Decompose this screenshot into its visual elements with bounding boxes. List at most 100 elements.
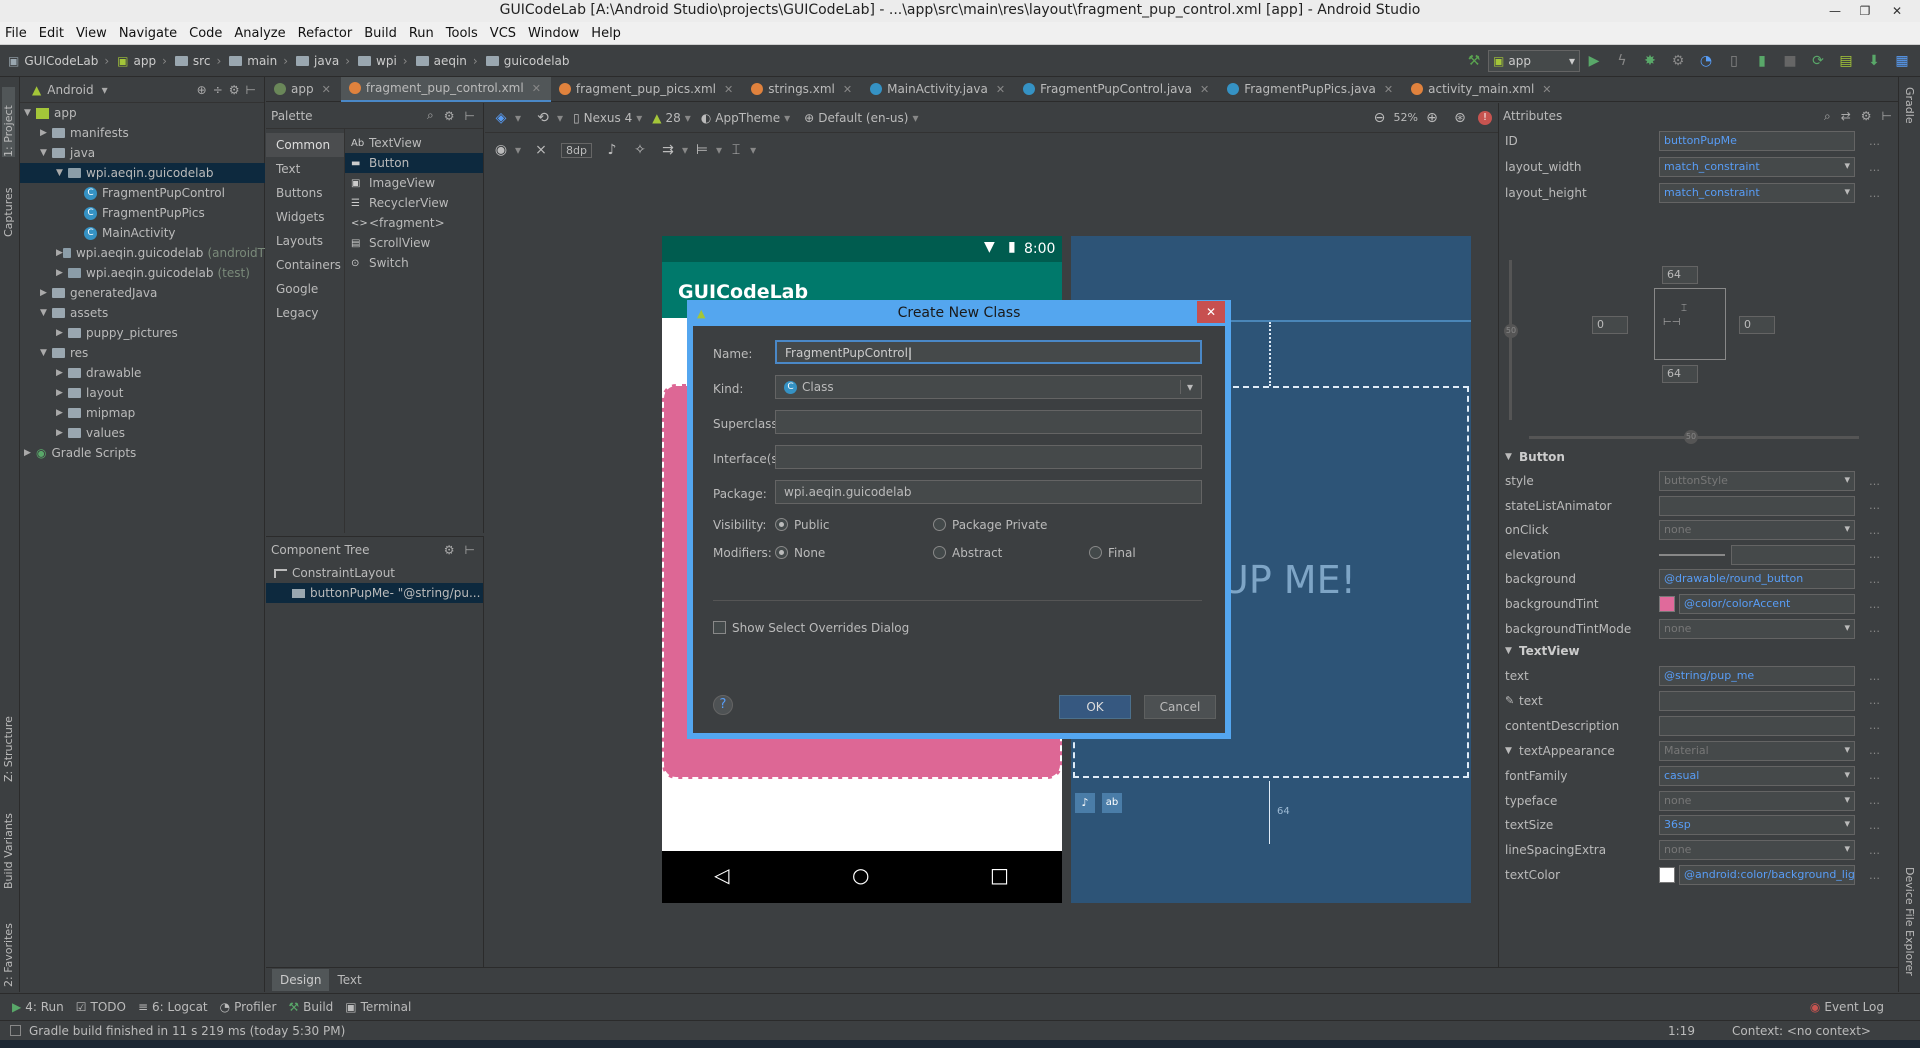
gradle-tool-tab[interactable]: Gradle bbox=[1903, 87, 1916, 147]
eye-icon[interactable]: ◉ bbox=[491, 140, 511, 160]
textview-section-header[interactable]: ▼ TextView bbox=[1501, 639, 1897, 663]
chevron-down-icon[interactable]: ▼ bbox=[24, 108, 36, 118]
more-options-icon[interactable]: … bbox=[1869, 769, 1880, 782]
show-overrides-checkbox[interactable]: Show Select Overrides Dialog bbox=[713, 619, 909, 635]
locale-select[interactable]: ⊕ Default (en-us) ▾ bbox=[804, 111, 918, 125]
chevron-down-icon[interactable]: ▼ bbox=[40, 308, 52, 318]
vertical-bias-slider[interactable] bbox=[1509, 260, 1512, 420]
profile-icon[interactable]: ◔ bbox=[1696, 51, 1716, 71]
cancel-button[interactable]: Cancel bbox=[1144, 695, 1216, 719]
baseline-icon[interactable]: ⌶ bbox=[726, 140, 746, 160]
chevron-down-icon[interactable]: ▾ bbox=[515, 143, 521, 157]
search-icon[interactable]: ⌕ bbox=[427, 108, 434, 123]
tool-window-profiler[interactable]: ◔ Profiler bbox=[220, 1000, 277, 1014]
zoom-in-icon[interactable]: ⊕ bbox=[1422, 108, 1442, 128]
project-tree-item[interactable]: ▼ java bbox=[20, 143, 265, 163]
infer-constraints-icon[interactable]: ✧ bbox=[630, 140, 650, 160]
breadcrumb-item[interactable]: aeqin bbox=[415, 54, 467, 68]
chevron-right-icon[interactable]: ▶ bbox=[56, 328, 68, 338]
menu-run[interactable]: Run bbox=[409, 26, 434, 41]
more-options-icon[interactable]: … bbox=[1869, 844, 1880, 857]
right-margin-select[interactable]: 0 bbox=[1739, 316, 1775, 334]
tab-strings-xml[interactable]: strings.xml ✕ bbox=[743, 77, 862, 102]
menu-build[interactable]: Build bbox=[364, 26, 397, 41]
chevron-right-icon[interactable]: ▶ bbox=[24, 448, 36, 458]
height-spring-icon[interactable]: ⌶ bbox=[1681, 303, 1687, 314]
ok-button[interactable]: OK bbox=[1059, 695, 1131, 719]
palette-category-text[interactable]: Text bbox=[266, 157, 344, 181]
attribute-value[interactable]: @android:color/background_lig bbox=[1679, 865, 1855, 886]
breadcrumb-item[interactable]: java bbox=[296, 54, 339, 68]
structure-icon[interactable]: ▦ bbox=[1892, 51, 1912, 71]
attribute-value[interactable]: 36sp bbox=[1659, 815, 1855, 836]
chevron-down-icon[interactable]: ▾ bbox=[716, 143, 722, 157]
palette-item[interactable]: <> <fragment> bbox=[345, 213, 483, 233]
chevron-right-icon[interactable]: ▶ bbox=[56, 248, 63, 258]
top-margin-select[interactable]: 64 bbox=[1662, 266, 1698, 284]
modifier-final-radio[interactable]: Final bbox=[1089, 544, 1136, 560]
breadcrumb-item[interactable]: ▣ app bbox=[117, 54, 156, 68]
attribute-value[interactable]: buttonPupMe bbox=[1659, 131, 1855, 151]
project-tree-item[interactable]: ▶ values bbox=[20, 423, 265, 443]
close-icon[interactable]: ✕ bbox=[1542, 83, 1551, 96]
gear-icon[interactable]: ⚙ bbox=[444, 109, 455, 123]
palette-category-layouts[interactable]: Layouts bbox=[266, 229, 344, 253]
menu-file[interactable]: File bbox=[5, 26, 27, 41]
tool-window-build[interactable]: ⚒ Build bbox=[288, 1000, 333, 1014]
run-config-select[interactable]: ▣ app ▾ bbox=[1488, 50, 1580, 72]
attribute-value[interactable]: none bbox=[1659, 790, 1855, 811]
stop-icon[interactable]: ▮ bbox=[1752, 51, 1772, 71]
tab-text[interactable]: Text bbox=[329, 969, 369, 991]
tool-window-6-logcat[interactable]: ≡ 6: Logcat bbox=[138, 1000, 208, 1014]
palette-category-common[interactable]: Common bbox=[266, 133, 344, 157]
name-input[interactable]: FragmentPupControl| bbox=[775, 340, 1202, 364]
attribute-value[interactable]: match_constraint bbox=[1659, 183, 1855, 203]
breadcrumb-item[interactable]: ▣ GUICodeLab bbox=[8, 54, 98, 68]
menu-view[interactable]: View bbox=[76, 26, 107, 41]
more-options-icon[interactable]: … bbox=[1869, 869, 1880, 882]
attribute-value[interactable]: none bbox=[1659, 520, 1855, 541]
interfaces-input[interactable] bbox=[775, 445, 1202, 469]
attribute-value[interactable]: buttonStyle bbox=[1659, 471, 1855, 491]
menu-window[interactable]: Window bbox=[528, 26, 579, 41]
chevron-right-icon[interactable]: ▶ bbox=[40, 288, 52, 298]
palette-category-google[interactable]: Google bbox=[266, 277, 344, 301]
hide-panel-icon[interactable]: ⊢ bbox=[1882, 109, 1892, 123]
toggle-tool-windows-icon[interactable] bbox=[10, 1025, 21, 1036]
hide-panel-icon[interactable]: ⊢ bbox=[246, 83, 256, 97]
zoom-out-icon[interactable]: ⊖ bbox=[1370, 108, 1390, 128]
caret-position[interactable]: 1:19 bbox=[1668, 1024, 1695, 1038]
breadcrumb-item[interactable]: src bbox=[174, 54, 210, 68]
guidelines-icon[interactable]: ⇉ bbox=[658, 140, 678, 160]
attribute-value[interactable]: casual bbox=[1659, 765, 1855, 786]
attribute-value[interactable]: @drawable/round_button bbox=[1659, 569, 1855, 590]
project-tree-item[interactable]: C FragmentPupControl bbox=[20, 183, 265, 203]
project-tree-item[interactable]: ▼ wpi.aeqin.guicodelab bbox=[20, 163, 265, 183]
kind-select[interactable]: C Class ▾ bbox=[775, 375, 1202, 399]
maximize-button[interactable]: ❐ bbox=[1850, 0, 1880, 22]
package-input[interactable]: wpi.aeqin.guicodelab bbox=[775, 480, 1202, 504]
attribute-value[interactable]: Material bbox=[1659, 740, 1855, 761]
attribute-value[interactable] bbox=[1659, 690, 1855, 711]
palette-category-containers[interactable]: Containers bbox=[266, 253, 344, 277]
more-options-icon[interactable]: … bbox=[1869, 670, 1880, 683]
more-options-icon[interactable]: … bbox=[1869, 548, 1880, 561]
tab-activity-main-xml[interactable]: activity_main.xml ✕ bbox=[1403, 77, 1561, 102]
visibility-public-radio[interactable]: Public bbox=[775, 516, 830, 532]
avd-manager-icon[interactable]: ▤ bbox=[1836, 51, 1856, 71]
close-icon[interactable]: ✕ bbox=[996, 83, 1005, 96]
status-context[interactable]: Context: <no context> bbox=[1732, 1024, 1871, 1038]
chevron-down-icon[interactable]: ▼ bbox=[1505, 746, 1512, 756]
close-icon[interactable]: ✕ bbox=[1200, 83, 1209, 96]
default-margin-select[interactable]: 8dp bbox=[561, 142, 592, 158]
chevron-down-icon[interactable]: ▾ bbox=[682, 143, 688, 157]
sync-icon[interactable]: ⟳ bbox=[1808, 51, 1828, 71]
collapse-icon[interactable]: ÷ bbox=[213, 83, 223, 97]
palette-item[interactable]: ⊙ Switch bbox=[345, 253, 483, 273]
theme-select[interactable]: ◐ AppTheme ▾ bbox=[701, 111, 790, 125]
help-icon[interactable]: ? bbox=[713, 695, 733, 715]
vertical-bias-value[interactable]: 50 bbox=[1504, 324, 1518, 338]
attach-debugger-icon[interactable]: ⚙ bbox=[1668, 51, 1688, 71]
captures-tool-tab[interactable]: Captures bbox=[2, 177, 15, 237]
chevron-down-icon[interactable]: ▾ bbox=[102, 83, 108, 97]
